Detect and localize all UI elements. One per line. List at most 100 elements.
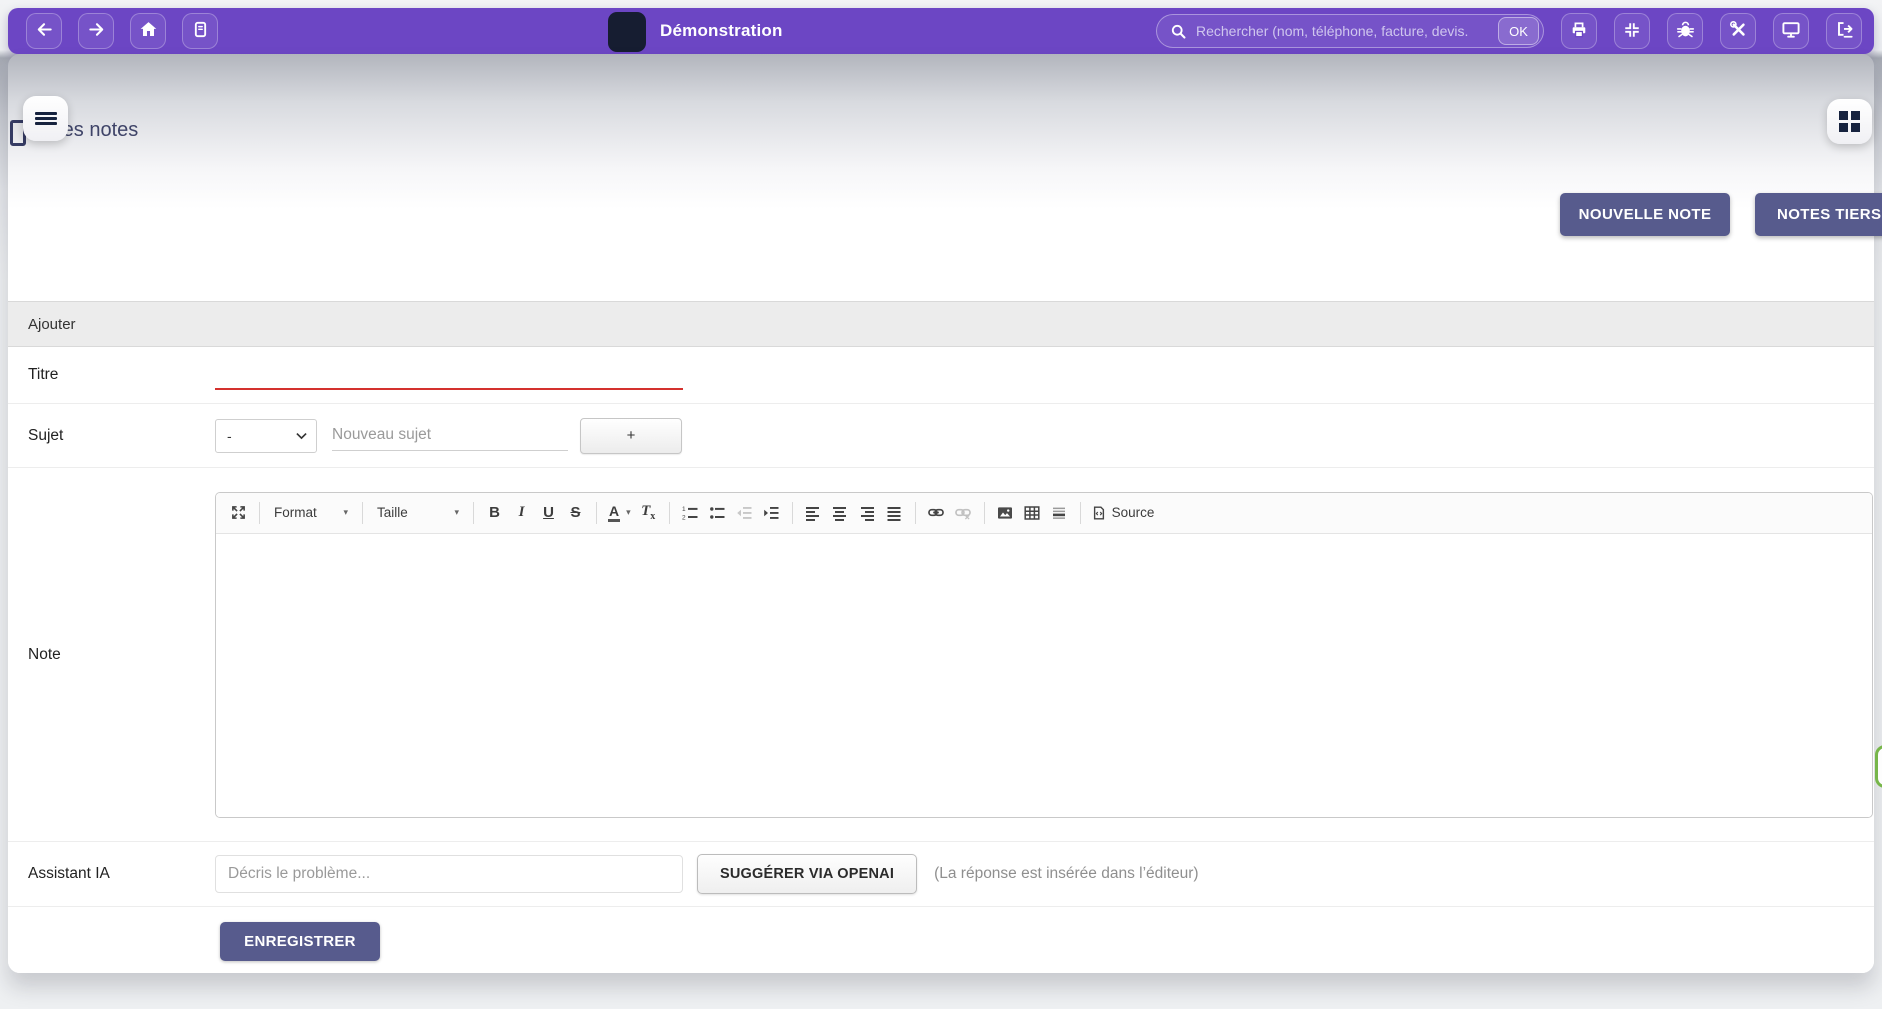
screen-button[interactable] [1773, 13, 1809, 49]
save-button[interactable]: ENREGISTRER [220, 922, 380, 961]
titre-input[interactable] [215, 360, 683, 390]
app-logo [608, 12, 646, 52]
outdent-icon[interactable] [731, 499, 758, 527]
logout-button[interactable] [1826, 13, 1862, 49]
subject-select-value: - [227, 428, 232, 444]
third-party-notes-button[interactable]: NOTES TIERS [1755, 193, 1882, 236]
titre-row: Titre [8, 347, 1874, 404]
bold-button[interactable]: B [481, 499, 508, 527]
caret-down-icon: ▾ [626, 507, 631, 518]
assistant-label: Assistant IA [8, 865, 215, 883]
toolbar-separator [984, 502, 985, 524]
arrow-right-icon [87, 20, 106, 42]
chevron-down-icon [296, 432, 307, 440]
compress-screen-button[interactable] [1614, 13, 1650, 49]
table-icon[interactable] [1019, 499, 1046, 527]
source-doc-icon [1092, 505, 1106, 521]
home-button[interactable] [130, 13, 166, 49]
save-row: ENREGISTRER [8, 907, 1874, 973]
assistant-hint-text: (La réponse est insérée dans l’éditeur) [934, 865, 1199, 883]
print-button[interactable] [1561, 13, 1597, 49]
format-dropdown[interactable]: Format ▾ [267, 505, 355, 520]
toolbar-separator [596, 502, 597, 524]
search-icon [1170, 23, 1187, 40]
ordered-list-icon[interactable]: 12 [677, 499, 704, 527]
add-subject-button[interactable]: + [580, 418, 682, 454]
tools-button[interactable] [1720, 13, 1756, 49]
toolbar-separator [792, 502, 793, 524]
search-input[interactable] [1196, 23, 1489, 39]
add-note-form: Ajouter Titre Sujet - + Note [8, 301, 1874, 973]
topbar-right-group: OK [1156, 13, 1862, 49]
back-button[interactable] [26, 13, 62, 49]
source-button[interactable]: Source [1088, 499, 1159, 527]
svg-text:1: 1 [682, 506, 686, 513]
form-section-header: Ajouter [8, 301, 1874, 347]
menu-toggle-button[interactable] [23, 96, 68, 141]
green-edge-button[interactable] [1875, 745, 1882, 788]
note-label: Note [8, 646, 215, 664]
search-submit-button[interactable]: OK [1498, 17, 1539, 45]
sujet-row: Sujet - + [8, 404, 1874, 468]
bullet-list-icon[interactable] [704, 499, 731, 527]
text-color-button[interactable]: A ▾ [604, 499, 635, 527]
subject-select[interactable]: - [215, 419, 317, 453]
sign-out-icon [1835, 20, 1854, 42]
unlink-icon[interactable] [950, 499, 977, 527]
bug-icon [1676, 20, 1695, 42]
source-label: Source [1112, 505, 1155, 520]
italic-button[interactable]: I [508, 499, 535, 527]
horizontal-rule-icon[interactable] [1046, 499, 1073, 527]
note-row: Note Format ▾ Taille ▾ [8, 468, 1874, 842]
align-left-icon[interactable] [800, 499, 827, 527]
size-dropdown-label: Taille [377, 505, 408, 520]
printer-icon [1570, 21, 1588, 42]
text-color-icon: A [608, 504, 620, 522]
top-navigation-bar: Démonstration OK [8, 8, 1874, 54]
forward-button[interactable] [78, 13, 114, 49]
sujet-label: Sujet [8, 427, 215, 445]
apps-grid-button[interactable] [1827, 99, 1872, 144]
format-dropdown-label: Format [274, 505, 317, 520]
toolbar-separator [915, 502, 916, 524]
desktop-icon [1781, 20, 1801, 42]
home-icon [139, 20, 158, 42]
toolbar-separator [669, 502, 670, 524]
remove-format-icon: Tx [641, 503, 655, 522]
toolbar-separator [473, 502, 474, 524]
align-center-icon[interactable] [827, 499, 854, 527]
compress-icon [1623, 21, 1641, 42]
caret-down-icon: ▾ [343, 507, 348, 518]
titre-label: Titre [8, 366, 215, 384]
image-icon[interactable] [992, 499, 1019, 527]
align-right-icon[interactable] [854, 499, 881, 527]
indent-icon[interactable] [758, 499, 785, 527]
brand: Démonstration [608, 8, 783, 54]
size-dropdown[interactable]: Taille ▾ [370, 505, 466, 520]
caret-down-icon: ▾ [454, 507, 459, 518]
editor-toolbar: Format ▾ Taille ▾ B I U S A [216, 493, 1872, 534]
editor-content-area[interactable] [216, 534, 1872, 817]
debug-button[interactable] [1667, 13, 1703, 49]
remove-format-button[interactable]: Tx [635, 499, 662, 527]
assistant-input[interactable] [215, 855, 683, 893]
new-note-button[interactable]: NOUVELLE NOTE [1560, 193, 1730, 236]
journal-button[interactable] [182, 13, 218, 49]
grid-icon [1839, 111, 1860, 132]
arrow-left-icon [35, 20, 54, 42]
svg-text:2: 2 [682, 514, 686, 521]
strikethrough-button[interactable]: S [562, 499, 589, 527]
app-screen: Démonstration OK [0, 0, 1882, 1009]
nav-history-group [26, 13, 218, 49]
suggest-openai-button[interactable]: SUGGÉRER VIA OPENAI [697, 854, 917, 894]
hamburger-icon [35, 109, 57, 128]
underline-button[interactable]: U [535, 499, 562, 527]
new-subject-input[interactable] [332, 421, 568, 451]
content-card: Ajouter Titre Sujet - + Note [8, 54, 1874, 973]
journal-icon [192, 20, 209, 42]
link-icon[interactable] [923, 499, 950, 527]
global-search: OK [1156, 14, 1544, 48]
justify-icon[interactable] [881, 499, 908, 527]
maximize-icon[interactable] [225, 499, 252, 527]
app-title: Démonstration [660, 21, 783, 41]
